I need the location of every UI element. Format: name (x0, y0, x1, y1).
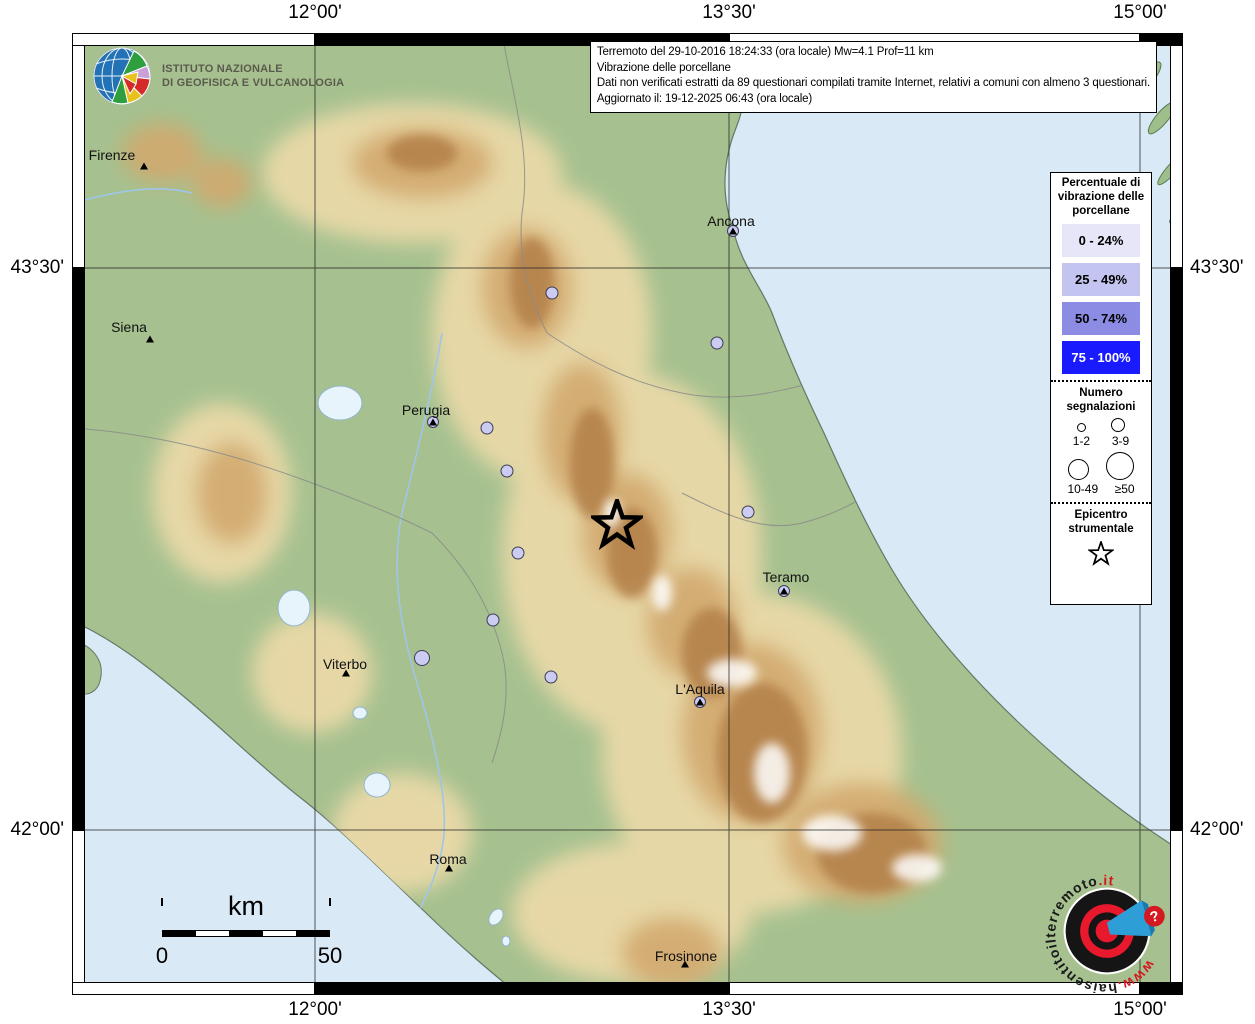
ingv-name-line1: ISTITUTO NAZIONALE (162, 62, 283, 75)
scale-tick (329, 898, 331, 906)
city-marker-icon (681, 960, 689, 968)
ingv-name-line2: DI GEOFISICA E VULCANOLOGIA (162, 77, 345, 89)
latitude-label-right: 42°00' (1190, 819, 1244, 840)
felt-report-point (741, 505, 755, 519)
info-line-event: Terremoto del 29-10-2016 18:24:33 (ora l… (596, 46, 934, 58)
legend-star-icon (1087, 539, 1115, 566)
map-frame-segment (315, 982, 729, 995)
city-marker-icon (342, 669, 350, 677)
felt-report-point (486, 613, 500, 627)
legend-color-classes: 0 - 24% 25 - 49% 50 - 74% 75 - 100% (1051, 224, 1151, 375)
city-marker-icon (696, 698, 704, 706)
legend-percent-title: Percentuale di vibrazione delle porcella… (1057, 177, 1145, 218)
latitude-label-right: 43°30' (1190, 257, 1244, 278)
latitude-label-left: 42°00' (10, 819, 65, 840)
city-label: Perugia (401, 402, 451, 418)
info-line-data-note: Dati non verificati estratti da 89 quest… (596, 77, 1150, 90)
city-label: L'Aquila (675, 681, 725, 697)
info-line-updated: Aggiornato il: 19-12-2025 06:43 (ora loc… (596, 92, 813, 105)
map-frame-segment (1170, 830, 1183, 995)
legend-divider (1051, 502, 1151, 505)
city-marker-icon (445, 864, 453, 872)
felt-report-point (480, 421, 494, 435)
longitude-label-bottom: 13°30' (702, 999, 756, 1020)
latitude-label-left: 43°30' (10, 257, 65, 278)
legend-count-title: Numero segnalazioni (1066, 387, 1136, 414)
longitude-label-top: 12°00' (288, 2, 342, 23)
info-line-map-type: Vibrazione delle porcellane (596, 61, 731, 74)
felt-report-point (710, 336, 724, 350)
legend-size-label: ≥50 (1114, 482, 1135, 497)
screenshot-page: Terremoto del 29-10-2016 18:24:33 (ora l… (0, 0, 1255, 1024)
longitude-label-bottom: 12°00' (288, 999, 342, 1020)
legend-size-labels-row1: 1-2 3-9 (1051, 434, 1151, 448)
legend-class-swatch: 75 - 100% (1062, 341, 1140, 375)
felt-report-point (544, 670, 558, 684)
legend-size-label: 3-9 (1111, 434, 1130, 449)
longitude-label-bottom: 15°00' (1113, 999, 1167, 1020)
longitude-label-top: 13°30' (702, 2, 756, 23)
map-canvas: Terremoto del 29-10-2016 18:24:33 (ora l… (72, 33, 1183, 995)
felt-report-point (500, 464, 514, 478)
city-label: Teramo (762, 569, 810, 585)
longitude-label-top: 15°00' (1113, 2, 1167, 23)
map-frame-segment (72, 830, 85, 995)
city-marker-icon (140, 162, 148, 170)
scale-bar-segments (162, 930, 330, 937)
felt-report-point (545, 286, 559, 300)
legend-panel: Percentuale di vibrazione delle porcella… (1050, 172, 1152, 605)
legend-epicenter-title: Epicentro strumentale (1068, 509, 1134, 536)
city-label: Siena (111, 319, 147, 335)
legend-class-swatch: 50 - 74% (1062, 302, 1140, 336)
map-frame-segment (72, 33, 315, 46)
legend-size-label: 1-2 (1072, 434, 1091, 449)
map-frame-segment (1170, 268, 1183, 830)
earthquake-info-box: Terremoto del 29-10-2016 18:24:33 (ora l… (589, 41, 1157, 113)
map-frame-segment (72, 268, 85, 830)
scale-start-label: 0 (155, 943, 169, 968)
city-marker-icon (729, 227, 737, 235)
scale-tick (161, 898, 163, 906)
map-frame-segment (72, 982, 315, 995)
ingv-logo: ISTITUTO NAZIONALE DI GEOFISICA E VULCAN… (92, 46, 344, 106)
city-marker-icon (780, 587, 788, 595)
city-marker-icon (429, 418, 437, 426)
legend-size-label: 10-49 (1067, 482, 1099, 497)
map-frame-segment (1170, 33, 1183, 268)
legend-size-circles-row1 (1051, 418, 1151, 433)
city-marker-icon (146, 335, 154, 343)
legend-size-circle (1111, 418, 1126, 433)
scale-unit-label: km (228, 891, 264, 921)
felt-report-point (511, 546, 525, 560)
legend-size-circle (1068, 459, 1089, 481)
legend-size-circle (1076, 423, 1086, 433)
legend-class-swatch: 25 - 49% (1062, 263, 1140, 297)
haisentito-logo: ? www.haisentitoilterremoto.it (1045, 869, 1165, 993)
legend-size-labels-row2: 10-49 ≥50 (1051, 482, 1151, 496)
ingv-globe-icon (93, 47, 151, 105)
map-frame-segment (72, 33, 85, 268)
legend-class-swatch: 0 - 24% (1062, 224, 1140, 258)
legend-size-circle (1106, 452, 1134, 481)
legend-divider (1051, 380, 1151, 383)
felt-report-point (414, 650, 430, 666)
scale-bar: km 0 50 (152, 891, 343, 968)
legend-size-circles-row2 (1051, 452, 1151, 481)
epicenter-star-icon (591, 499, 643, 551)
city-label: Firenze (88, 147, 136, 163)
scale-end-label: 50 (317, 943, 343, 968)
